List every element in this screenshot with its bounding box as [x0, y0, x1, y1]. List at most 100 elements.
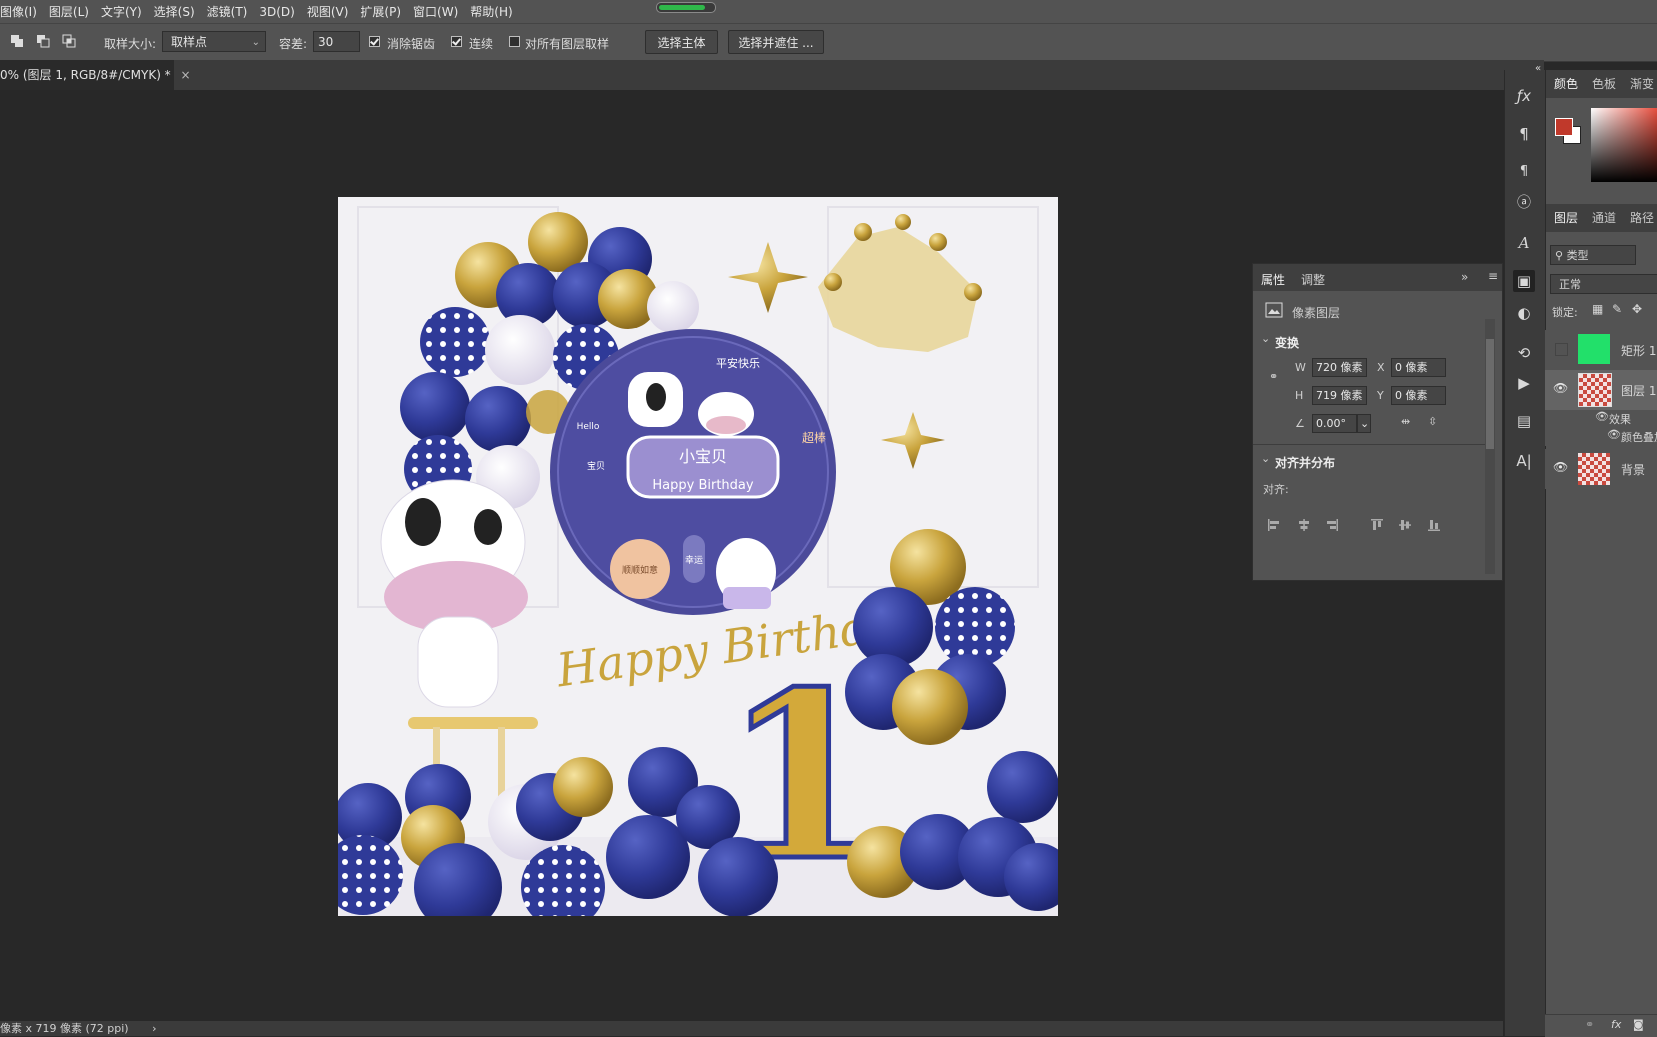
status-text: 像素 x 719 像素 (72 ppi) [0, 1022, 129, 1035]
tab-layers[interactable]: 图层 [1554, 204, 1578, 232]
layer-row-background[interactable]: 👁 背景 [1545, 449, 1657, 489]
badge-fruit-text: 顺顺如意 [622, 564, 658, 576]
lock-transparent-icon[interactable]: ▦ [1592, 302, 1603, 316]
menu-view[interactable]: 视图(V) [307, 3, 355, 20]
sample-size-label: 取样大小: [104, 37, 157, 51]
antialias-checkbox[interactable] [369, 36, 380, 47]
actions-icon[interactable]: ▶ [1513, 372, 1535, 394]
panel-scrollbar[interactable] [1485, 319, 1495, 574]
layer-row-layer1[interactable]: 👁 图层 1 [1545, 370, 1657, 410]
fx-icon[interactable]: fx [1611, 1018, 1621, 1031]
paragraph-icon[interactable]: ¶ [1513, 123, 1535, 145]
effect-item-label: 颜色叠加 [1621, 431, 1657, 444]
contiguous-checkbox[interactable] [451, 36, 462, 47]
menu-select[interactable]: 选择(S) [154, 3, 201, 20]
chevron-down-icon[interactable]: ⌄ [1261, 332, 1270, 345]
paragraph-style-icon[interactable]: ¶ [1513, 161, 1535, 183]
w-label: W [1295, 361, 1306, 374]
document-tab[interactable]: 0% (图层 1, RGB/8#/CMYK) * × [0, 60, 191, 90]
select-subject-button[interactable]: 选择主体 [645, 30, 718, 54]
fx-icon[interactable]: ƒx [1513, 85, 1535, 107]
layer-effects-group: 👁 效果 👁 颜色叠加 [1545, 410, 1657, 446]
tab-gradients[interactable]: 渐变 [1630, 70, 1654, 98]
glyphs-icon[interactable]: A [1513, 232, 1535, 254]
eye-icon[interactable]: 👁 [1607, 428, 1621, 441]
sample-size-select[interactable]: 取样点 ⌄ [162, 31, 266, 52]
panel-menu-icon[interactable]: ≡ [1488, 269, 1498, 283]
layer-filter-value: 类型 [1566, 249, 1589, 262]
subtract-selection-icon[interactable] [36, 34, 50, 48]
eye-icon[interactable]: 👁 [1595, 410, 1609, 423]
tab-adjustments[interactable]: 调整 [1301, 271, 1325, 288]
foreground-color-swatch[interactable] [1555, 118, 1573, 136]
scrollbar-thumb[interactable] [1486, 339, 1494, 449]
document-canvas[interactable]: 小宝贝 Happy Birthday 平安快乐 超棒 Hello 宝贝 顺顺如意… [338, 197, 1058, 916]
panel-icon-strip: ƒx ¶ ¶ ⓐ A ▣ ◐ ⟲ ▶ ▤ A| « [1504, 63, 1545, 1036]
eye-icon[interactable]: 👁 [1553, 460, 1568, 474]
menu-layer[interactable]: 图层(L) [49, 3, 95, 20]
menu-image[interactable]: 图像(I) [0, 3, 43, 20]
new-selection-icon[interactable] [10, 34, 24, 48]
tab-color[interactable]: 颜色 [1554, 70, 1578, 98]
menu-help[interactable]: 帮助(H) [470, 3, 518, 20]
align-right-icon[interactable] [1325, 518, 1339, 532]
layers-footer: ⚭ fx ◙ [1545, 1014, 1657, 1037]
eye-icon[interactable]: 👁 [1553, 381, 1568, 395]
add-mask-icon[interactable]: ◙ [1633, 1018, 1644, 1031]
menu-window[interactable]: 窗口(W) [413, 3, 464, 20]
height-field[interactable]: 719 像素 [1312, 386, 1367, 405]
close-icon[interactable]: × [181, 68, 191, 82]
adjustments-icon[interactable]: ◐ [1513, 302, 1535, 324]
intersect-selection-icon[interactable] [62, 34, 76, 48]
document-tab-title: 0% (图层 1, RGB/8#/CMYK) * [0, 68, 171, 82]
align-top-icon[interactable] [1370, 518, 1384, 532]
align-left-icon[interactable] [1267, 518, 1281, 532]
menu-bar: 图像(I) 图层(L) 文字(Y) 选择(S) 滤镜(T) 3D(D) 视图(V… [0, 0, 1657, 23]
chevron-down-icon[interactable]: ⌄ [1357, 414, 1371, 433]
layer-name: 图层 1 [1621, 384, 1657, 398]
history-icon[interactable]: ⟲ [1513, 342, 1535, 364]
menu-plugins[interactable]: 扩展(P) [360, 3, 407, 20]
lock-label: 锁定: [1552, 306, 1578, 319]
flip-horizontal-icon[interactable]: ⇹ [1401, 415, 1410, 428]
menu-3d[interactable]: 3D(D) [259, 5, 300, 19]
status-arrow-icon[interactable]: › [152, 1022, 156, 1035]
tab-swatches[interactable]: 色板 [1592, 70, 1616, 98]
link-layers-icon[interactable]: ⚭ [1585, 1018, 1594, 1031]
link-icon[interactable]: ⚭ [1269, 370, 1278, 383]
align-bottom-icon[interactable] [1427, 518, 1441, 532]
options-bar: 取样大小: 取样点 ⌄ 容差: 30 消除锯齿 连续 对所有图层取样 选择主体 … [0, 23, 1657, 62]
layer-row-rectangle[interactable]: 矩形 1 [1545, 330, 1657, 370]
layer-thumbnail [1578, 334, 1610, 364]
x-field[interactable]: 0 像素 [1391, 358, 1446, 377]
tab-channels[interactable]: 通道 [1592, 204, 1616, 232]
libraries-icon[interactable]: ▣ [1513, 270, 1535, 292]
chevron-down-icon[interactable]: ⌄ [1261, 452, 1270, 465]
sample-all-layers-checkbox[interactable] [509, 36, 520, 47]
tolerance-input[interactable]: 30 [313, 31, 360, 52]
select-and-mask-button[interactable]: 选择并遮住 ... [728, 30, 824, 54]
tab-properties[interactable]: 属性 [1261, 271, 1285, 288]
visibility-toggle-off[interactable] [1555, 343, 1568, 356]
menu-filter[interactable]: 滤镜(T) [207, 3, 254, 20]
align-horizontal-center-icon[interactable] [1297, 518, 1311, 532]
expand-panel-icon[interactable]: » [1461, 270, 1468, 284]
lock-pixels-icon[interactable]: ✎ [1612, 302, 1622, 316]
badge-side-text: 幸运 [685, 555, 703, 566]
menu-type[interactable]: 文字(Y) [101, 3, 148, 20]
flip-vertical-icon[interactable]: ⇳ [1428, 415, 1437, 428]
lock-position-icon[interactable]: ✥ [1632, 302, 1642, 316]
y-label: Y [1377, 389, 1384, 402]
color-picker-field[interactable] [1591, 108, 1657, 182]
character-style-icon[interactable]: ⓐ [1513, 192, 1535, 214]
angle-field[interactable]: 0.00° [1312, 414, 1357, 433]
text-icon[interactable]: A| [1513, 450, 1535, 472]
layer-filter-select[interactable]: ⚲ 类型 [1550, 245, 1636, 265]
y-field[interactable]: 0 像素 [1391, 386, 1446, 405]
properties-icon[interactable]: ▤ [1513, 410, 1535, 432]
blend-mode-select[interactable]: 正常 [1550, 274, 1657, 294]
align-vertical-center-icon[interactable] [1398, 518, 1412, 532]
sample-size-value: 取样点 [171, 35, 208, 49]
width-field[interactable]: 720 像素 [1312, 358, 1367, 377]
tab-paths[interactable]: 路径 [1630, 204, 1654, 232]
